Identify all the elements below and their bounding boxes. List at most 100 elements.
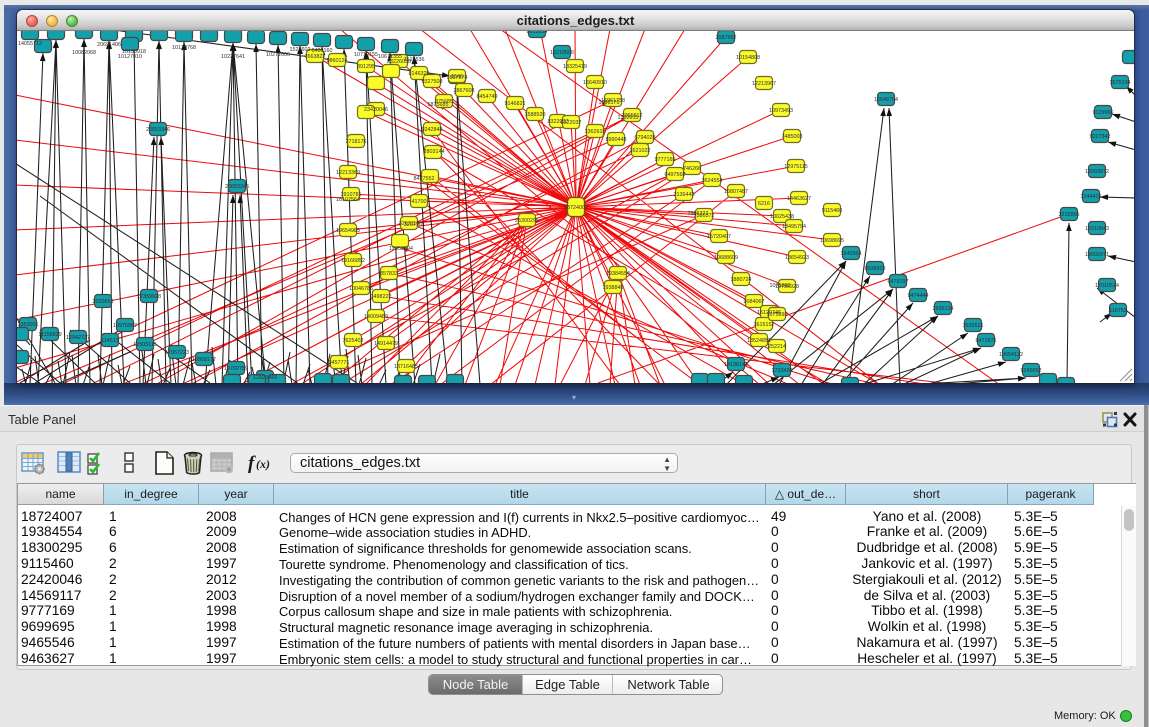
svg-text:17359928: 17359928 — [137, 294, 161, 300]
svg-text:3624554: 3624554 — [702, 178, 723, 184]
svg-text:1527602: 1527602 — [290, 47, 311, 53]
svg-text:12942737: 12942737 — [66, 335, 90, 341]
svg-text:8454749: 8454749 — [477, 94, 498, 100]
svg-text:f: f — [248, 453, 256, 474]
svg-text:19166852: 19166852 — [341, 258, 365, 264]
svg-text:14009489: 14009489 — [364, 314, 388, 320]
svg-text:19384554: 19384554 — [606, 271, 630, 277]
svg-text:9242848: 9242848 — [422, 127, 443, 133]
svg-text:6497568: 6497568 — [665, 172, 686, 178]
svg-text:6794028: 6794028 — [635, 135, 656, 141]
svg-text:1733426: 1733426 — [772, 368, 793, 374]
svg-text:2803144: 2803144 — [424, 149, 445, 155]
svg-text:8990448: 8990448 — [606, 137, 627, 143]
svg-text:9457771: 9457771 — [329, 360, 350, 366]
svg-text:9860124: 9860124 — [327, 58, 348, 64]
svg-text:1075692: 1075692 — [770, 283, 791, 289]
svg-text:891295: 891295 — [357, 64, 375, 70]
svg-text:13495794: 13495794 — [782, 224, 806, 230]
svg-text:1640954: 1640954 — [841, 251, 862, 257]
svg-text:1588520: 1588520 — [525, 112, 546, 118]
svg-text:(x): (x) — [256, 457, 270, 471]
svg-text:9146821: 9146821 — [505, 101, 526, 107]
svg-text:9245652: 9245652 — [1021, 368, 1042, 374]
svg-text:20053346: 20053346 — [146, 127, 170, 133]
svg-text:13692971: 13692971 — [1085, 252, 1109, 258]
svg-text:13325419: 13325419 — [563, 64, 587, 70]
svg-text:7632621: 7632621 — [963, 323, 984, 329]
svg-text:9115460: 9115460 — [822, 208, 843, 214]
svg-text:6216: 6216 — [758, 201, 770, 207]
svg-text:10958177: 10958177 — [192, 357, 216, 363]
svg-text:20053346: 20053346 — [225, 184, 249, 190]
svg-text:13716485: 13716485 — [394, 364, 418, 370]
svg-text:10719155: 10719155 — [354, 52, 378, 58]
svg-text:1075692: 1075692 — [767, 312, 788, 318]
svg-text:7663822: 7663822 — [305, 54, 326, 60]
svg-text:1575104: 1575104 — [1110, 80, 1131, 86]
svg-text:1353001: 1353001 — [18, 322, 39, 328]
svg-text:12975115: 12975115 — [784, 164, 808, 170]
svg-text:8471676: 8471676 — [976, 338, 997, 344]
svg-text:2020653: 2020653 — [93, 299, 114, 305]
svg-text:1498222: 1498222 — [371, 294, 392, 300]
svg-text:7386372: 7386372 — [694, 213, 715, 219]
svg-text:19218506: 19218506 — [550, 50, 574, 56]
svg-text:10807487: 10807487 — [724, 189, 748, 195]
svg-text:6322037: 6322037 — [561, 120, 582, 126]
svg-text:13654923: 13654923 — [785, 255, 809, 261]
svg-text:9084067: 9084067 — [744, 299, 765, 305]
svg-text:2867608: 2867608 — [454, 88, 475, 94]
svg-text:14055712: 14055712 — [18, 41, 42, 47]
svg-text:19654985: 19654985 — [336, 228, 360, 234]
svg-text:10046786: 10046786 — [349, 286, 373, 292]
svg-text:2087662: 2087662 — [716, 35, 737, 41]
svg-text:9777169: 9777169 — [655, 157, 676, 163]
svg-text:6479197: 6479197 — [888, 279, 909, 285]
svg-text:10127010: 10127010 — [118, 54, 142, 60]
svg-text:25300295: 25300295 — [515, 218, 539, 224]
svg-text:10025438: 10025438 — [770, 214, 794, 220]
svg-text:1546: 1546 — [451, 74, 463, 80]
svg-text:7625402: 7625402 — [343, 338, 364, 344]
svg-text:10271606: 10271606 — [266, 52, 290, 58]
svg-text:12505115: 12505115 — [133, 342, 157, 348]
svg-text:12353594: 12353594 — [389, 246, 413, 252]
svg-text:18724007: 18724007 — [564, 205, 588, 211]
svg-text:12213369: 12213369 — [336, 170, 360, 176]
svg-text:10975887: 10975887 — [113, 323, 137, 329]
svg-text:1938845: 1938845 — [603, 285, 624, 291]
svg-text:9129966: 9129966 — [1093, 110, 1114, 116]
svg-text:9474444: 9474444 — [908, 293, 929, 299]
svg-text:1621022: 1621022 — [630, 148, 651, 154]
svg-text:14914479: 14914479 — [374, 341, 398, 347]
svg-text:875685: 875685 — [435, 99, 453, 105]
svg-text:41700: 41700 — [412, 199, 427, 205]
svg-text:10154808: 10154808 — [736, 55, 760, 61]
svg-text:14136141: 14136141 — [724, 362, 748, 368]
svg-text:12213967: 12213967 — [752, 81, 776, 87]
svg-text:16648764: 16648764 — [874, 97, 898, 103]
svg-text:2718176: 2718176 — [346, 139, 367, 145]
svg-text:16782759: 16782759 — [224, 366, 248, 372]
svg-text:10688609: 10688609 — [714, 255, 738, 261]
svg-text:8813054: 8813054 — [527, 31, 548, 35]
svg-text:1910781: 1910781 — [341, 192, 362, 198]
svg-text:12923443: 12923443 — [253, 375, 277, 381]
svg-text:1096176: 1096176 — [599, 100, 620, 106]
svg-text:6466160: 6466160 — [312, 48, 333, 54]
svg-text:2935134: 2935134 — [933, 306, 954, 312]
svg-text:3215955: 3215955 — [1059, 212, 1080, 218]
svg-text:8146328: 8146328 — [409, 71, 430, 77]
svg-text:12093872: 12093872 — [1085, 169, 1109, 175]
svg-text:23226058: 23226058 — [387, 59, 411, 65]
svg-text:17010514: 17010514 — [1095, 283, 1119, 289]
svg-text:8938923: 8938923 — [865, 266, 886, 272]
svg-text:116753: 116753 — [1109, 308, 1127, 314]
svg-text:9327508: 9327508 — [422, 79, 443, 85]
svg-text:11156829: 11156829 — [38, 332, 61, 338]
svg-text:10227641: 10227641 — [221, 54, 245, 60]
svg-text:10698695: 10698695 — [820, 238, 844, 244]
svg-text:14463627: 14463627 — [787, 196, 811, 202]
svg-text:1362615: 1362615 — [618, 115, 639, 121]
